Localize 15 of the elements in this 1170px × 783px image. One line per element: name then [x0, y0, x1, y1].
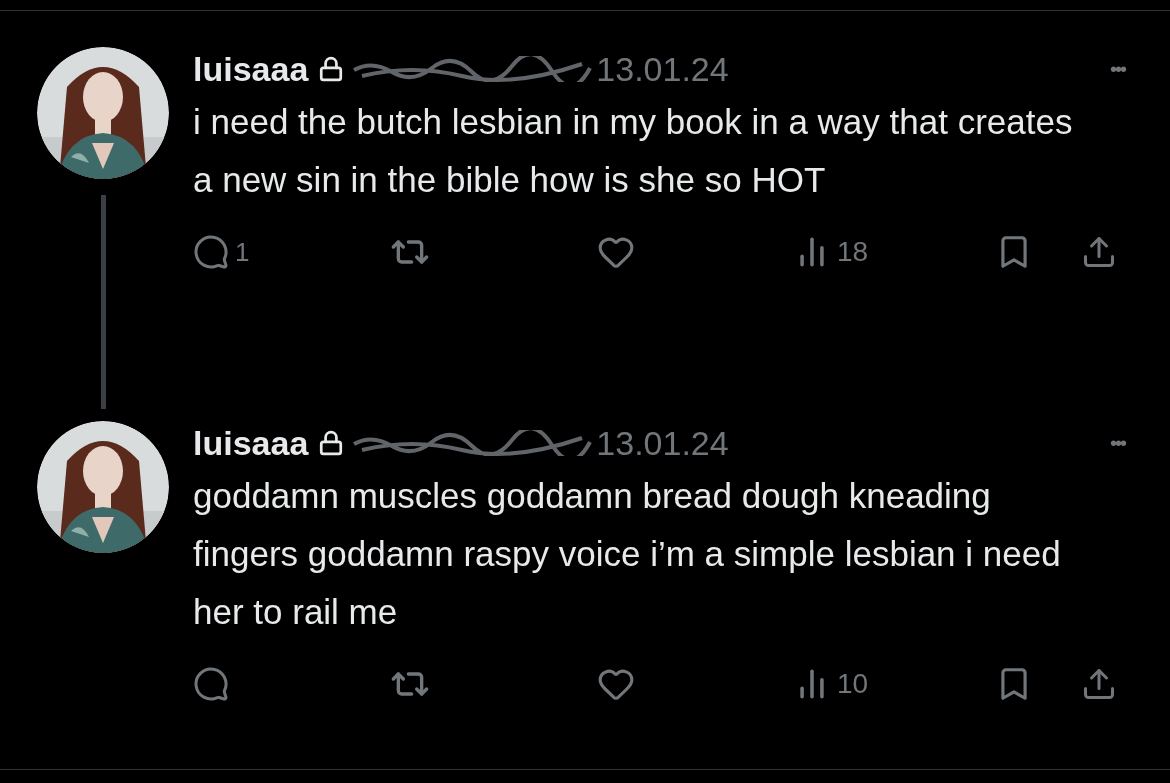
share-icon[interactable] [1081, 234, 1117, 270]
more-button[interactable]: ••• [1110, 54, 1125, 84]
more-button[interactable]: ••• [1110, 428, 1125, 458]
author-name[interactable]: luisaaa [193, 43, 309, 95]
lock-icon [318, 430, 345, 456]
views-button[interactable]: 18 [795, 231, 869, 273]
author-name[interactable]: luisaaa [193, 417, 309, 469]
post-date[interactable]: 13.01.24 [596, 43, 729, 95]
post-text: goddamn muscles goddamn bread dough kneading fingers goddamn raspy voice i’m a simple lesbian i need her to rail me [193, 475, 1062, 633]
lock-icon [318, 56, 345, 82]
share-icon[interactable] [1081, 666, 1117, 702]
post-date[interactable]: 13.01.24 [596, 417, 729, 469]
reply-button[interactable] [193, 666, 229, 702]
post-text: i need the butch lesbian in my book in a way that creates a new sin in the bible how is she so HOT [193, 101, 1074, 201]
views-button[interactable]: 10 [795, 663, 869, 705]
